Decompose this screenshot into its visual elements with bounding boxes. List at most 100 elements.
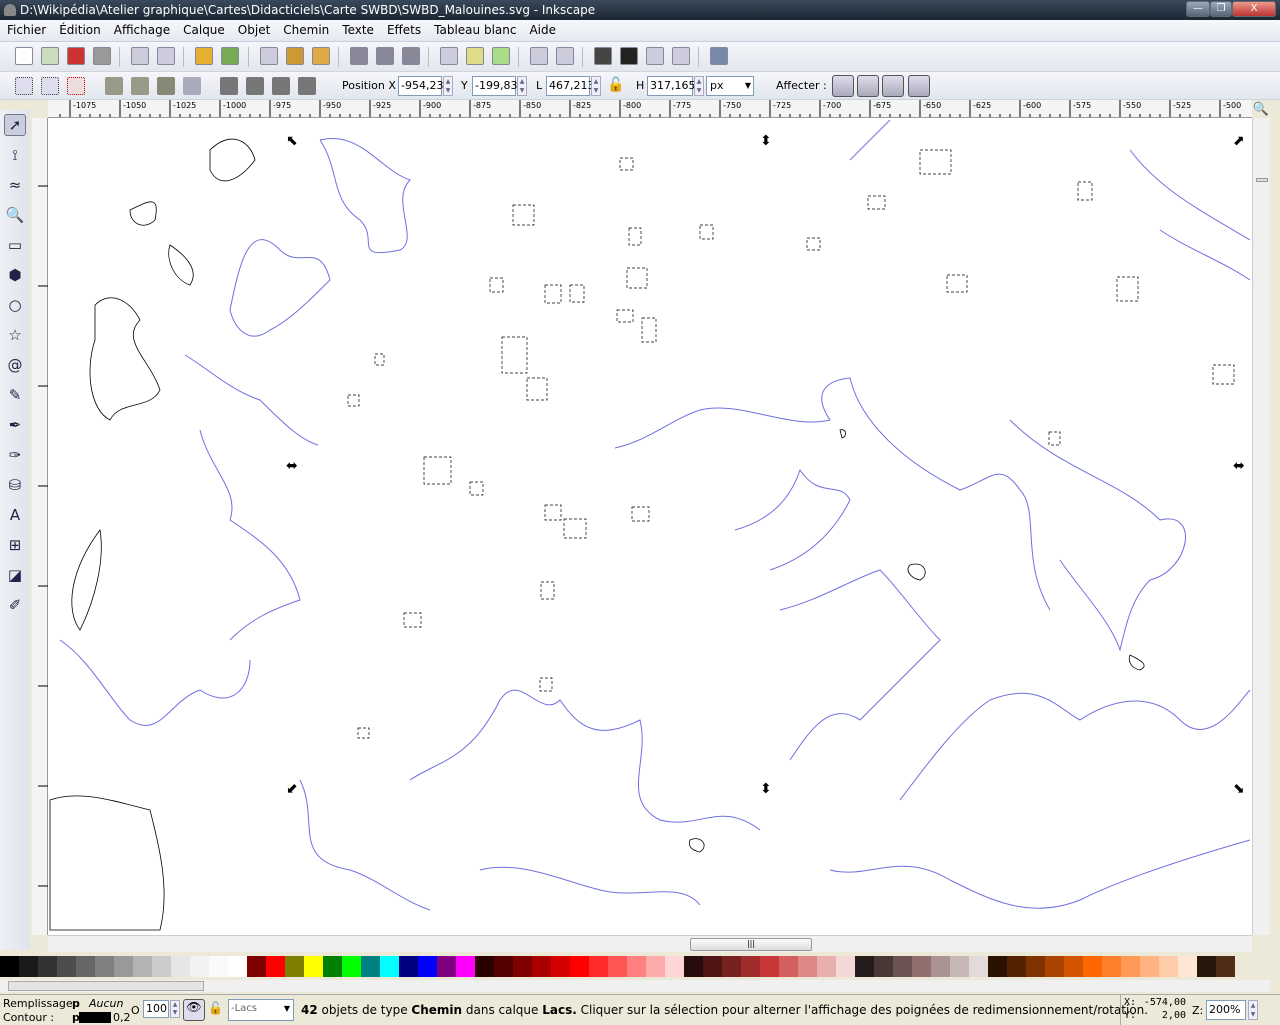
rotate-cw-icon[interactable] — [131, 77, 149, 95]
color-swatch[interactable] — [361, 956, 380, 977]
lower-to-bottom-icon[interactable] — [298, 77, 316, 95]
color-swatch[interactable] — [589, 956, 608, 977]
color-swatch[interactable] — [1102, 956, 1121, 977]
color-swatch[interactable] — [703, 956, 722, 977]
color-swatch[interactable] — [969, 956, 988, 977]
color-swatch[interactable] — [1064, 956, 1083, 977]
resize-handle-s-icon[interactable]: ⬍ — [760, 781, 772, 797]
vertical-ruler[interactable] — [32, 118, 48, 935]
color-swatch[interactable] — [874, 956, 893, 977]
menu-aide[interactable]: Aide — [522, 20, 562, 37]
color-swatch[interactable] — [1083, 956, 1102, 977]
star-icon[interactable]: ☆ — [4, 324, 26, 346]
color-swatch[interactable] — [513, 956, 532, 977]
xml-editor-icon[interactable] — [556, 47, 574, 65]
menu-tableau-blanc[interactable]: Tableau blanc — [427, 20, 522, 37]
rectangle-icon[interactable]: ▭ — [4, 234, 26, 256]
color-swatch[interactable] — [494, 956, 513, 977]
color-swatch[interactable] — [209, 956, 228, 977]
color-swatch[interactable] — [1026, 956, 1045, 977]
calligraphy-icon[interactable]: ✑ — [4, 444, 26, 466]
duplicate-icon[interactable] — [260, 47, 278, 65]
color-swatch[interactable] — [950, 956, 969, 977]
fill-value[interactable]: Aucun — [89, 997, 124, 1010]
resize-handle-nw-icon[interactable]: ⬉ — [286, 133, 298, 149]
flip-vertical-icon[interactable] — [183, 77, 201, 95]
stroke-color-swatch[interactable] — [79, 1012, 111, 1023]
resize-handle-ne-icon[interactable]: ⬈ — [1233, 133, 1245, 149]
color-swatch[interactable] — [190, 956, 209, 977]
color-swatch[interactable] — [912, 956, 931, 977]
select-all-icon[interactable] — [15, 77, 33, 95]
menu-objet[interactable]: Objet — [231, 20, 276, 37]
color-swatch[interactable] — [342, 956, 361, 977]
export-icon[interactable] — [157, 47, 175, 65]
color-swatch[interactable] — [456, 956, 475, 977]
color-swatch[interactable] — [551, 956, 570, 977]
toggle-layer-visibility-icon[interactable]: 👁 — [183, 999, 205, 1021]
opacity-input[interactable]: 100 — [143, 1000, 169, 1018]
drawing-canvas[interactable]: ⬉ ⬍ ⬈ ⬌ ⬌ ⬋ ⬍ ⬊ — [48, 118, 1252, 935]
close-button[interactable]: X — [1232, 1, 1276, 17]
paste-icon[interactable] — [312, 47, 330, 65]
menu-effets[interactable]: Effets — [380, 20, 427, 37]
dropper-icon[interactable]: ✐ — [4, 594, 26, 616]
color-swatch[interactable] — [1121, 956, 1140, 977]
color-swatch[interactable] — [722, 956, 741, 977]
color-swatch[interactable] — [247, 956, 266, 977]
position-x-spinner[interactable]: ▲ ▼ — [443, 76, 453, 96]
color-swatch[interactable] — [95, 956, 114, 977]
color-swatch[interactable] — [646, 956, 665, 977]
raise-to-top-icon[interactable] — [220, 77, 238, 95]
resize-handle-sw-icon[interactable]: ⬋ — [286, 781, 298, 797]
position-x-input[interactable]: -954,23 — [398, 76, 443, 96]
opacity-spinner[interactable]: ▲ ▼ — [170, 1000, 180, 1018]
color-swatch[interactable] — [1159, 956, 1178, 977]
resize-handle-w-icon[interactable]: ⬌ — [286, 458, 298, 474]
resize-handle-se-icon[interactable]: ⬊ — [1233, 781, 1245, 797]
height-input[interactable]: 317,165 — [647, 76, 696, 96]
color-swatch[interactable] — [570, 956, 589, 977]
lock-ratio-icon[interactable]: 🔓 — [607, 77, 625, 95]
raise-icon[interactable] — [246, 77, 264, 95]
vertical-scrollbar[interactable] — [1252, 118, 1270, 935]
color-swatch[interactable] — [418, 956, 437, 977]
deselect-icon[interactable] — [67, 77, 85, 95]
menu-affichage[interactable]: Affichage — [107, 20, 176, 37]
lock-layer-icon[interactable]: 🔓 — [208, 1001, 223, 1015]
selector-icon[interactable]: ➚ — [4, 114, 26, 136]
width-spinner[interactable]: ▲ ▼ — [591, 76, 601, 96]
zoom-drawing-icon[interactable] — [376, 47, 394, 65]
color-swatch[interactable] — [304, 956, 323, 977]
horizontal-scrollbar[interactable]: ||| — [48, 935, 1252, 952]
open-icon[interactable] — [41, 47, 59, 65]
flip-horizontal-icon[interactable] — [157, 77, 175, 95]
height-spinner[interactable]: ▲ ▼ — [694, 76, 704, 96]
color-swatch[interactable] — [171, 956, 190, 977]
zoom-input[interactable]: 200% — [1206, 1000, 1246, 1020]
stroke-width[interactable]: 0,2 — [113, 1011, 131, 1024]
palette-scrollbar[interactable] — [0, 980, 1270, 992]
gradient-icon[interactable]: ◪ — [4, 564, 26, 586]
color-swatch[interactable] — [779, 956, 798, 977]
color-swatch[interactable] — [380, 956, 399, 977]
color-swatch[interactable] — [608, 956, 627, 977]
select-all-layers-icon[interactable] — [41, 77, 59, 95]
text-tool-icon[interactable]: A — [4, 504, 26, 526]
color-swatch[interactable] — [798, 956, 817, 977]
unit-select[interactable]: px ▼ — [706, 76, 754, 96]
affect-gradients-toggle[interactable] — [882, 75, 904, 97]
zoom-spinner[interactable]: ▲ ▼ — [1248, 1000, 1258, 1020]
save-icon[interactable] — [67, 47, 85, 65]
color-swatch[interactable] — [399, 956, 418, 977]
color-swatch[interactable] — [665, 956, 684, 977]
color-swatch[interactable] — [285, 956, 304, 977]
cut-icon[interactable] — [286, 47, 304, 65]
print-icon[interactable] — [93, 47, 111, 65]
color-swatch[interactable] — [228, 956, 247, 977]
layer-select[interactable]: -Lacs ▼ — [228, 999, 294, 1021]
node-editor-icon[interactable] — [530, 47, 548, 65]
color-swatch[interactable] — [323, 956, 342, 977]
group-icon[interactable] — [466, 47, 484, 65]
color-swatch[interactable] — [741, 956, 760, 977]
